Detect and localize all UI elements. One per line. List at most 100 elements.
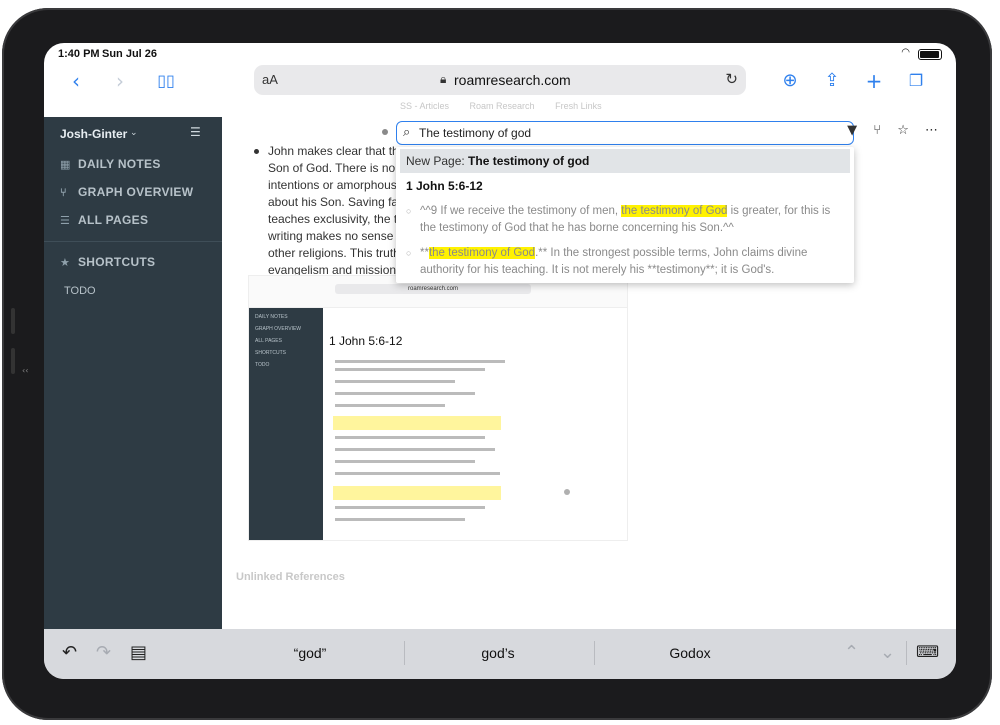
result-text: ** bbox=[420, 247, 429, 259]
search-box[interactable]: ⌕ bbox=[396, 121, 854, 145]
embed-text-line bbox=[335, 380, 455, 383]
search-input[interactable] bbox=[419, 125, 839, 141]
tabs-overview-icon[interactable]: ❐ bbox=[902, 67, 930, 95]
tab-roam-research[interactable]: Roam Research bbox=[470, 101, 535, 111]
search-results-dropdown: New Page: The testimony of god 1 John 5:… bbox=[396, 147, 854, 283]
new-tab-icon[interactable]: + bbox=[860, 67, 888, 95]
toolbar-divider bbox=[906, 641, 907, 665]
embedded-screenshot[interactable]: roamresearch.com DAILY NOTES GRAPH OVERV… bbox=[248, 275, 628, 541]
suggestion-divider bbox=[404, 641, 405, 665]
suggestion-2[interactable]: god’s bbox=[408, 645, 588, 661]
suggestion-1[interactable]: “god” bbox=[220, 645, 400, 661]
search-result-item[interactable]: **the testimony of God.** In the stronge… bbox=[406, 245, 842, 279]
more-icon[interactable]: ⋯ bbox=[925, 123, 938, 138]
sidebar-item-daily-notes[interactable]: ▦ DAILY NOTES bbox=[60, 157, 161, 171]
keyboard-shortcut-bar: ↶ ↷ ▤ “god” god’s Godox ⌃ ⌄ ⌨ bbox=[44, 629, 956, 679]
reload-icon[interactable]: ↻ bbox=[725, 70, 738, 88]
chevron-down-icon[interactable]: ⌄ bbox=[130, 127, 138, 138]
embed-text-line bbox=[335, 436, 485, 439]
new-page-prefix: New Page: bbox=[406, 154, 465, 168]
star-icon[interactable]: ☆ bbox=[897, 123, 909, 138]
redo-icon[interactable]: ↷ bbox=[96, 642, 111, 663]
camera-dot: ‹‹ bbox=[22, 366, 29, 375]
tab-ss-articles[interactable]: SS - Articles bbox=[400, 101, 449, 111]
result-highlight: the testimony of God bbox=[621, 205, 728, 217]
volume-button bbox=[11, 348, 15, 374]
embed-text-line bbox=[335, 368, 485, 371]
status-time: 1:40 PM bbox=[58, 48, 100, 60]
tab-fresh-links[interactable]: Fresh Links bbox=[555, 101, 602, 111]
cursor-dot bbox=[564, 489, 570, 495]
sidebar-item-label: ALL PAGES bbox=[78, 213, 149, 227]
wifi-icon: ◠ bbox=[901, 47, 910, 58]
new-page-option[interactable]: New Page: The testimony of god bbox=[400, 149, 850, 173]
embed-sidebar-item: GRAPH OVERVIEW bbox=[255, 326, 302, 332]
lock-icon: 🔒︎ bbox=[440, 72, 447, 86]
embed-text-line bbox=[335, 506, 485, 509]
graph-icon: ⑂ bbox=[60, 186, 67, 199]
roam-sidebar: Josh-Ginter ⌄ ☰ ▦ DAILY NOTES ⑂ GRAPH OVER… bbox=[44, 117, 222, 629]
sidebar-item-label: GRAPH OVERVIEW bbox=[78, 185, 194, 199]
text-size-button[interactable]: aA bbox=[262, 72, 278, 87]
shortcut-todo[interactable]: TODO bbox=[64, 285, 96, 297]
embed-text-line bbox=[335, 460, 475, 463]
sidebar-item-all-pages[interactable]: ☰ ALL PAGES bbox=[60, 213, 148, 227]
main-content: John makes clear that the Son of God. Th… bbox=[222, 117, 956, 629]
result-page-title[interactable]: 1 John 5:6-12 bbox=[406, 179, 483, 193]
workspace-name[interactable]: Josh-Ginter bbox=[60, 127, 127, 141]
tab-bar: SS - Articles Roam Research Fresh Links bbox=[400, 101, 620, 111]
browser-toolbar: ‹ › ▯▯ aA 🔒︎ roamresearch.com ↻ ⊕ ⇪ + ❐ … bbox=[44, 63, 956, 119]
sidebar-item-label: DAILY NOTES bbox=[78, 157, 161, 171]
embed-sidebar-item: DAILY NOTES bbox=[255, 314, 288, 320]
embed-sidebar-item: ALL PAGES bbox=[255, 338, 282, 344]
page-actions: ▼ ⑂ ☆ ⋯ bbox=[835, 123, 938, 138]
search-result-item[interactable]: ^^9 If we receive the testimony of men, … bbox=[406, 203, 842, 237]
embed-page-title: 1 John 5:6-12 bbox=[329, 334, 403, 348]
filter-icon[interactable]: ▼ bbox=[847, 123, 857, 138]
chevron-down-icon[interactable]: ⌄ bbox=[880, 642, 895, 663]
list-icon: ☰ bbox=[60, 214, 71, 227]
url-text[interactable]: roamresearch.com bbox=[454, 72, 571, 88]
bullet-icon[interactable] bbox=[254, 149, 259, 154]
result-highlight: the testimony of God bbox=[428, 247, 536, 259]
screen: 1:40 PM Sun Jul 26 ◠ ‹ › ▯▯ aA 🔒︎ roamre… bbox=[44, 43, 956, 679]
embed-sidebar-item: TODO bbox=[255, 362, 270, 368]
graph-view-icon[interactable]: ⑂ bbox=[873, 123, 881, 138]
star-icon: ★ bbox=[60, 256, 71, 269]
forward-icon[interactable]: › bbox=[106, 67, 134, 95]
search-icon: ⌕ bbox=[403, 125, 411, 140]
collapse-sidebar-icon[interactable]: ☰ bbox=[190, 125, 201, 139]
embed-highlight bbox=[333, 416, 501, 430]
sidebar-item-graph-overview[interactable]: ⑂ GRAPH OVERVIEW bbox=[60, 185, 193, 199]
embed-text-line bbox=[335, 472, 500, 475]
embed-text-line bbox=[335, 404, 445, 407]
embed-highlight bbox=[333, 486, 501, 500]
keyboard-dismiss-icon[interactable]: ⌨ bbox=[916, 642, 939, 661]
embed-text-line bbox=[335, 518, 465, 521]
embed-text-line bbox=[335, 448, 495, 451]
suggestion-divider bbox=[594, 641, 595, 665]
paste-icon[interactable]: ▤ bbox=[130, 642, 147, 663]
battery-icon bbox=[918, 49, 942, 60]
result-text: ^^9 If we receive the testimony of men, bbox=[420, 205, 622, 217]
shortcuts-label: SHORTCUTS bbox=[78, 255, 156, 269]
embed-text-line bbox=[335, 360, 505, 363]
bookmarks-icon[interactable]: ▯▯ bbox=[152, 67, 180, 95]
share-icon[interactable]: ⇪ bbox=[818, 67, 846, 95]
new-page-title: The testimony of god bbox=[468, 154, 590, 168]
unlinked-references[interactable]: Unlinked References bbox=[236, 571, 345, 583]
volume-button bbox=[11, 308, 15, 334]
download-icon[interactable]: ⊕ bbox=[776, 67, 804, 95]
undo-icon[interactable]: ↶ bbox=[62, 642, 77, 663]
back-icon[interactable]: ‹ bbox=[62, 67, 90, 95]
sync-status-dot bbox=[382, 129, 388, 135]
embed-sidebar-item: SHORTCUTS bbox=[255, 350, 287, 356]
status-date: Sun Jul 26 bbox=[102, 48, 158, 60]
embed-text-line bbox=[335, 392, 475, 395]
sidebar-divider bbox=[44, 241, 222, 242]
shortcuts-header: ★ SHORTCUTS bbox=[60, 255, 155, 269]
address-bar[interactable]: aA 🔒︎ roamresearch.com ↻ bbox=[254, 65, 746, 95]
suggestion-3[interactable]: Godox bbox=[600, 645, 780, 661]
embed-sidebar: DAILY NOTES GRAPH OVERVIEW ALL PAGES SHO… bbox=[249, 308, 323, 540]
chevron-up-icon[interactable]: ⌃ bbox=[844, 642, 859, 663]
